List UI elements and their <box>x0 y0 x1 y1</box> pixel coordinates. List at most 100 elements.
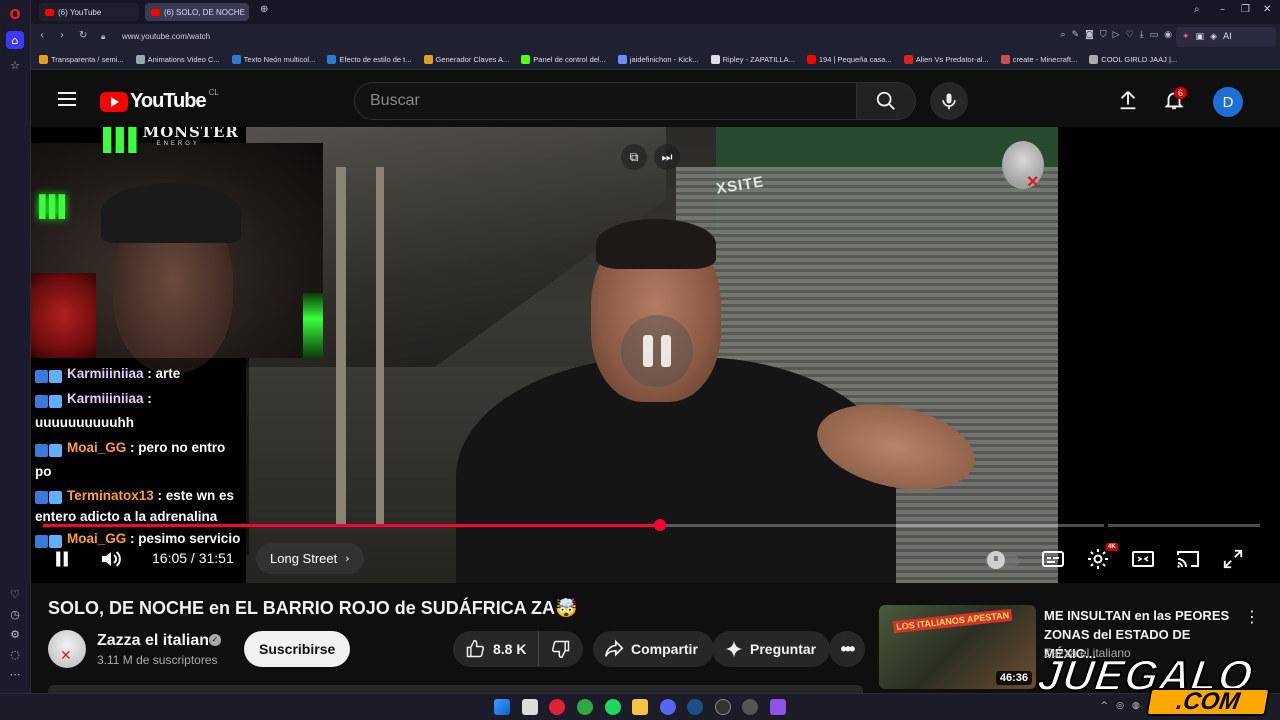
monster-can-icon: Ⅲ <box>36 188 69 228</box>
bookmark-item[interactable]: Efecto de estilo de t... <box>327 55 412 64</box>
obs-icon[interactable] <box>715 699 731 715</box>
bookmark-item[interactable]: create - Minecraft... <box>1000 55 1077 64</box>
progress-bar[interactable] <box>43 519 1260 531</box>
account-icon[interactable]: ◉ <box>1164 30 1172 40</box>
ask-button[interactable]: Preguntar <box>712 631 831 667</box>
youtube-logo[interactable]: YouTube CL <box>100 88 219 113</box>
fullscreen-button[interactable] <box>1218 544 1248 574</box>
bookmark-item[interactable]: Ripley - ZAPATILLA... <box>710 55 795 64</box>
dislike-button[interactable] <box>539 639 583 659</box>
bookmark-item[interactable]: Alien Vs Predator-al... <box>903 55 989 64</box>
opera-gx-icon[interactable] <box>549 699 565 715</box>
steam-icon[interactable] <box>687 699 703 715</box>
search-button[interactable] <box>856 82 916 120</box>
video-player[interactable]: XSITE ✕ ⧉ ⏭ Ⅲ Ⅲ MONSTER ENERGY Karmiiini… <box>31 127 1280 583</box>
video-frame[interactable]: XSITE ✕ ⧉ ⏭ <box>246 127 1058 583</box>
bookmark-item[interactable]: Texto Neón multicol... <box>231 55 315 64</box>
pause-button[interactable] <box>47 544 77 574</box>
more-actions-button[interactable]: ••• <box>829 631 865 667</box>
home-icon[interactable]: ⌂ <box>6 31 24 49</box>
bookmark-favicon-icon <box>903 55 913 64</box>
history-icon[interactable]: ◷ <box>6 605 24 623</box>
chapter-segment[interactable] <box>1108 524 1260 527</box>
bookmark-favicon-icon <box>423 55 433 64</box>
skip-next-overlay-button[interactable]: ⏭ <box>654 144 680 170</box>
settings-icon[interactable]: ⚙ <box>6 625 24 643</box>
heart-icon[interactable]: ♡ <box>1126 30 1134 40</box>
url-field[interactable]: www.youtube.com/watch <box>122 32 210 41</box>
chrome-like-icon[interactable] <box>742 699 758 715</box>
cast-button[interactable] <box>1173 544 1203 574</box>
like-button[interactable]: 8.8 K <box>453 631 540 667</box>
recommended-more-icon[interactable]: ⋮ <box>1244 607 1260 626</box>
tab-bar: (6) YouTube (6) SOLO, DE NOCHE ⊕ ⌕ – ❐ ✕ <box>31 0 1280 24</box>
tab-youtube[interactable]: (6) YouTube <box>39 3 139 21</box>
speed-dial-icon[interactable]: ☆ <box>6 56 24 74</box>
forward-button[interactable]: › <box>60 30 64 41</box>
time-display: 16:05 / 31:51 <box>152 550 234 566</box>
volume-button[interactable] <box>96 544 126 574</box>
bookmark-item[interactable]: Transparenta / semi... <box>39 55 124 64</box>
chapter-button[interactable]: Long Street › <box>256 543 364 574</box>
edit-icon[interactable]: ✎ <box>1072 30 1080 40</box>
chat-username: Moai_GG <box>67 439 127 455</box>
minimize-button[interactable]: – <box>1220 4 1225 15</box>
share-button[interactable]: Compartir <box>593 631 714 667</box>
extension-cube-icon[interactable]: ◈ <box>1210 32 1217 42</box>
upload-button[interactable] <box>1116 88 1140 112</box>
hamburger-menu-icon[interactable] <box>58 92 76 106</box>
wallet-icon[interactable]: ▭ <box>1150 30 1159 40</box>
channel-avatar[interactable] <box>48 630 86 668</box>
tab-active-video[interactable]: (6) SOLO, DE NOCHE <box>145 3 249 21</box>
bookmark-item[interactable]: Panel de control del... <box>521 55 606 64</box>
bookmark-favicon-icon <box>39 55 48 64</box>
channel-name[interactable]: Zazza el italiano <box>97 632 219 650</box>
discord-icon[interactable] <box>660 699 676 715</box>
file-explorer-icon[interactable] <box>632 699 648 715</box>
extension-box-icon[interactable]: ▣ <box>1196 32 1205 42</box>
country-code: CL <box>208 88 219 97</box>
bookmark-item[interactable]: jaidefinichon - Kick... <box>617 55 699 64</box>
opera-logo-icon[interactable]: O <box>6 6 24 24</box>
extension-red-icon[interactable]: ✦ <box>1182 32 1190 42</box>
new-tab-button[interactable]: ⊕ <box>260 4 268 15</box>
search-input[interactable] <box>370 92 840 110</box>
chat-username: Karmiiiniiaa <box>67 366 144 381</box>
app-purple-icon[interactable] <box>770 699 786 715</box>
play-icon[interactable]: ▷ <box>1113 30 1120 40</box>
chat-message: Karmiiiniiaa : arte <box>35 362 245 387</box>
autoplay-toggle[interactable] <box>985 551 1019 569</box>
download-icon[interactable]: ⤓ <box>1140 30 1144 40</box>
bookmark-item[interactable]: 194 | Pequeña casa... <box>806 55 892 64</box>
task-view-icon[interactable] <box>522 699 538 715</box>
heart-icon[interactable]: ♡ <box>6 585 24 603</box>
lightbulb-icon[interactable]: ◌ <box>6 645 24 663</box>
ai-button[interactable]: AI <box>1223 32 1232 42</box>
shield-icon[interactable]: ⛉ <box>1100 30 1107 40</box>
subtitles-button[interactable] <box>1038 544 1068 574</box>
more-icon[interactable]: ⋯ <box>6 665 24 683</box>
back-button[interactable]: ‹ <box>40 30 44 41</box>
account-avatar[interactable]: D <box>1213 87 1243 117</box>
bookmark-label: Panel de control del... <box>533 55 606 64</box>
subscribe-button[interactable]: Suscribirse <box>244 631 351 667</box>
camera-icon[interactable]: ◙ <box>1085 30 1094 40</box>
webcam-cap <box>101 183 241 243</box>
theater-mode-button[interactable] <box>1128 544 1158 574</box>
close-window-button[interactable]: ✕ <box>1263 4 1271 15</box>
recommended-thumbnail[interactable]: LOS ITALIANOS APESTAN 46:36 <box>879 605 1036 689</box>
search-tabs-icon[interactable]: ⌕ <box>1194 4 1200 15</box>
description-box-edge[interactable] <box>48 685 863 693</box>
bookmark-item[interactable]: COOL GIRLD JAAJ |... <box>1089 55 1177 64</box>
spotify-icon[interactable] <box>605 699 621 715</box>
bookmark-item[interactable]: Generador Claves A... <box>423 55 509 64</box>
reload-button[interactable]: ↻ <box>79 30 87 41</box>
windows-start-icon[interactable] <box>494 699 510 715</box>
maximize-button[interactable]: ❐ <box>1241 4 1250 15</box>
voice-search-button[interactable] <box>930 82 968 120</box>
bookmark-item[interactable]: Animations Video C... <box>135 55 220 64</box>
miniplayer-pip-button[interactable]: ⧉ <box>621 144 647 170</box>
zoom-icon[interactable]: ⌕ <box>1061 30 1066 40</box>
xbox-icon[interactable] <box>577 699 593 715</box>
progress-scrubber-handle[interactable] <box>654 519 666 531</box>
